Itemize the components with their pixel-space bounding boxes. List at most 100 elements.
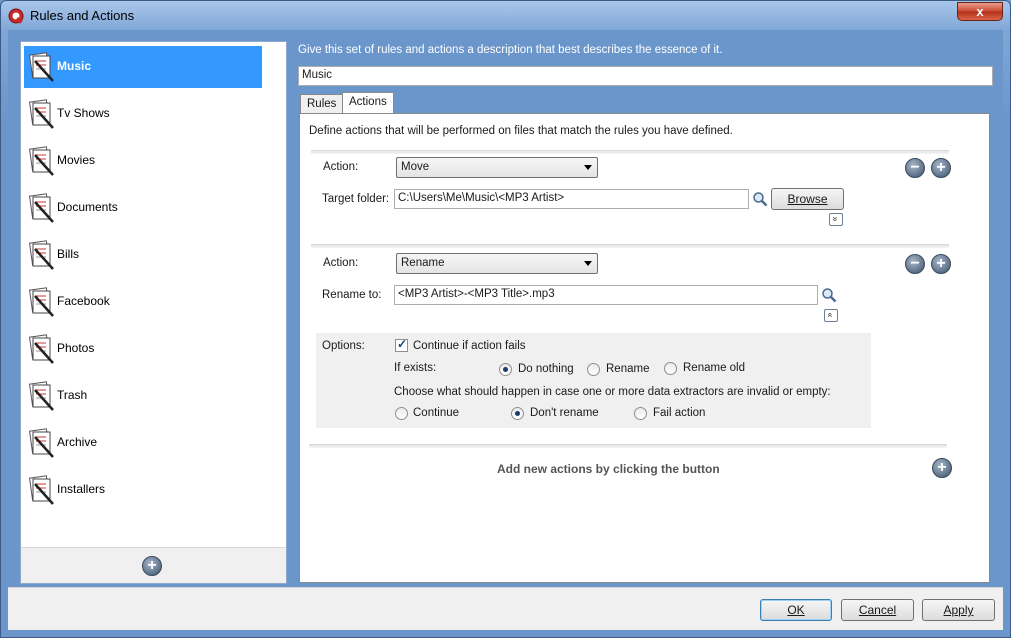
add-actions-hint: Add new actions by clicking the button [497,462,720,476]
browse-button[interactable]: Browse [771,188,844,210]
actions-intro-text: Define actions that will be performed on… [309,125,733,137]
action1-select-value: Move [401,161,430,173]
action-separator [309,444,947,448]
add-action2-button[interactable]: + [931,254,951,274]
radio-fail-action-label: Fail action [653,407,706,419]
collapse-options-button[interactable]: « [824,309,838,322]
extractors-label: Choose what should happen in case one or… [394,386,831,398]
sidebar-item-archive[interactable]: Archive [24,422,262,464]
add-rule-set-button[interactable]: + [142,556,162,576]
sidebar-item-label: Documents [57,200,118,214]
description-input[interactable]: Music [298,66,993,86]
action1-select[interactable]: Move [396,157,598,178]
tab-actions[interactable]: Actions [342,92,394,114]
plus-circle-icon: + [936,159,946,176]
sidebar-item-bills[interactable]: Bills [24,234,262,276]
radio-rename-label: Rename [606,363,650,375]
ok-label: OK [787,603,805,617]
action2-select-value: Rename [401,257,445,269]
rules-document-icon [27,192,57,224]
sidebar-item-documents[interactable]: Documents [24,187,262,229]
apply-label: Apply [943,603,974,617]
sidebar-item-label: Archive [57,435,98,449]
double-chevron-up-icon: « [825,312,836,318]
rules-document-icon [27,51,57,83]
rename-to-input[interactable]: <MP3 Artist>-<MP3 Title>.mp3 [394,285,818,305]
description-label: Give this set of rules and actions a des… [298,44,723,56]
rules-document-icon [27,145,57,177]
action-separator [311,150,949,154]
ok-button[interactable]: OK [760,599,832,621]
radio-fail-action[interactable] [634,407,647,420]
rule-set-list[interactable]: Music Tv Shows Movies Documents Bills Faceboo… [20,41,287,584]
cancel-button[interactable]: Cancel [841,599,914,621]
sidebar-item-label: Trash [57,388,88,402]
remove-action2-button[interactable]: − [905,254,925,274]
sidebar-item-label: Photos [57,341,95,355]
apply-button[interactable]: Apply [922,599,995,621]
sidebar-item-tv-shows[interactable]: Tv Shows [24,93,262,135]
cancel-label: Cancel [858,603,897,617]
sidebar-item-label: Movies [57,153,96,167]
rules-document-icon [27,239,57,271]
radio-continue[interactable] [395,407,408,420]
sidebar-item-photos[interactable]: Photos [24,328,262,370]
checkmark-icon: ✓ [397,337,408,351]
add-action-button[interactable]: + [932,458,952,478]
app-icon [8,8,24,24]
sidebar-item-label: Installers [57,482,106,496]
sidebar-item-label: Bills [57,247,80,261]
sidebar-item-movies[interactable]: Movies [24,140,262,182]
rules-document-icon [27,286,57,318]
plus-circle-icon: + [936,255,946,272]
rules-document-icon [27,333,57,365]
target-folder-label: Target folder: [322,193,390,205]
double-chevron-down-icon: » [830,216,841,222]
expand-options-button[interactable]: » [829,213,843,226]
radio-continue-label: Continue [413,407,460,419]
add-action1-button[interactable]: + [931,158,951,178]
action2-label: Action: [323,257,359,269]
rules-document-icon [27,98,57,130]
radio-rename-old[interactable] [664,362,677,375]
remove-action1-button[interactable]: − [905,158,925,178]
action1-label: Action: [323,161,359,173]
sidebar-item-facebook[interactable]: Facebook [24,281,262,323]
sidebar-footer: + [21,547,286,583]
sidebar-item-label: Facebook [57,294,110,308]
magnifier-icon[interactable] [821,287,837,303]
close-button[interactable]: x [957,2,1003,21]
tab-rules[interactable]: Rules [300,94,344,114]
radio-rename-old-label: Rename old [683,362,746,374]
title-bar[interactable]: Rules and Actions x [1,1,1010,31]
minus-circle-icon: − [910,159,920,176]
magnifier-icon[interactable] [752,191,768,207]
sidebar-item-label: Tv Shows [57,106,110,120]
browse-label: Browse [787,192,828,206]
radio-do-nothing-label: Do nothing [518,363,574,375]
sidebar-item-music[interactable]: Music [24,46,262,88]
rename-to-label: Rename to: [322,289,382,301]
plus-circle-icon: + [937,459,947,476]
target-folder-input[interactable]: C:\Users\Me\Music\<MP3 Artist> [394,189,749,209]
plus-circle-icon: + [147,557,157,574]
action-separator [311,244,949,248]
radio-rename[interactable] [587,363,600,376]
radio-do-nothing[interactable] [499,363,512,376]
sidebar-item-label: Music [57,59,92,73]
options-label: Options: [322,340,365,352]
minus-circle-icon: − [910,255,920,272]
action2-select[interactable]: Rename [396,253,598,274]
rules-document-icon [27,380,57,412]
window-title: Rules and Actions [30,8,135,23]
chevron-down-icon [584,165,592,170]
continue-if-fails-checkbox[interactable]: ✓ [395,337,408,352]
rules-document-icon [27,474,57,506]
rules-document-icon [27,427,57,459]
sidebar-item-trash[interactable]: Trash [24,375,262,417]
continue-if-fails-label: Continue if action fails [413,340,526,352]
sidebar-item-installers[interactable]: Installers [24,469,262,511]
if-exists-label: If exists: [394,362,437,374]
radio-dont-rename[interactable] [511,407,524,420]
chevron-down-icon [584,261,592,266]
